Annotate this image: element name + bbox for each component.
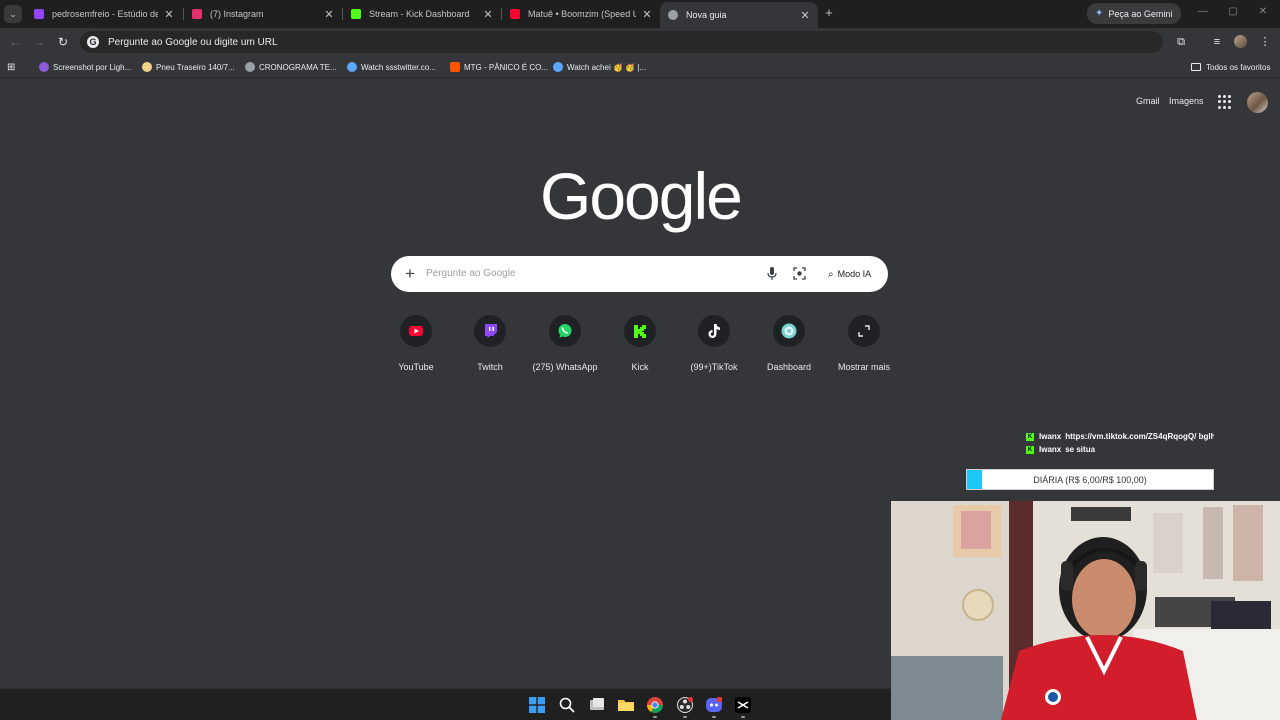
folder-icon — [1191, 63, 1201, 71]
microphone-icon[interactable] — [767, 267, 777, 281]
tab-strip: ⌄ pedrosemfreio - Estúdio de Víde ✕ (7) … — [0, 0, 1280, 28]
shortcut-whatsapp[interactable]: (275) WhatsApp — [527, 314, 603, 372]
close-icon[interactable]: ✕ — [483, 8, 493, 21]
tab-studio[interactable]: pedrosemfreio - Estúdio de Víde ✕ — [26, 2, 182, 26]
tab-instagram[interactable]: (7) Instagram ✕ — [184, 2, 342, 26]
globe-icon — [245, 62, 255, 72]
youtube-icon — [409, 326, 423, 336]
file-explorer-icon[interactable] — [618, 697, 634, 713]
maximize-icon[interactable]: ▢ — [1226, 6, 1240, 17]
bookmark-item[interactable]: Pneu Traseiro 140/7... — [142, 60, 235, 74]
avatar[interactable] — [1247, 92, 1268, 113]
soundcloud-icon — [450, 62, 460, 72]
search-icon[interactable] — [559, 697, 575, 713]
expand-icon — [858, 325, 870, 337]
close-icon[interactable]: ✕ — [164, 8, 174, 21]
discord-icon[interactable] — [706, 697, 722, 713]
twitch-icon — [484, 324, 497, 338]
bookmark-item[interactable]: CRONOGRAMA TE... — [245, 60, 337, 74]
twitch-icon — [34, 9, 44, 19]
youtube-icon — [510, 9, 520, 19]
media-controls-icon[interactable]: ≡ — [1209, 34, 1225, 50]
new-tab-button[interactable]: + — [822, 5, 836, 21]
search-box[interactable]: + Pergunte ao Google ⌕ Modo IA — [391, 256, 888, 292]
gemini-icon: ✦ — [1095, 8, 1104, 19]
extensions-icon[interactable]: ⧉ — [1173, 34, 1189, 50]
shortcut-twitch[interactable]: Twitch — [452, 314, 528, 372]
forward-icon[interactable]: → — [31, 34, 47, 50]
bookmarks-bar: ⊞ Screenshot por Ligh... Pneu Traseiro 1… — [0, 57, 1280, 77]
minimize-icon[interactable]: — — [1196, 6, 1210, 17]
chrome-icon — [668, 10, 678, 20]
windows-taskbar — [0, 688, 891, 720]
tab-new-tab[interactable]: Nova guia ✕ — [660, 2, 818, 28]
kick-icon: K — [1026, 432, 1034, 441]
gmail-link[interactable]: Gmail — [1136, 96, 1160, 106]
goal-label: DIÁRIA (R$ 6,00/R$ 100,00) — [1033, 475, 1147, 485]
bookmark-item[interactable]: Watch ssstwitter.co... — [347, 60, 436, 74]
bookmark-item[interactable]: Watch achei 🥳 🥳 |... — [553, 60, 646, 74]
reload-icon[interactable]: ↻ — [55, 34, 71, 50]
shortcut-youtube[interactable]: YouTube — [378, 314, 454, 372]
ai-mode-button[interactable]: ⌕ Modo IA — [821, 264, 878, 284]
dashboard-icon — [781, 323, 797, 339]
running-indicator — [741, 716, 745, 718]
shortcut-kick[interactable]: Kick — [602, 314, 678, 372]
kick-icon — [634, 324, 646, 338]
whatsapp-icon — [558, 324, 572, 338]
running-indicator — [712, 716, 716, 718]
camera-lens-icon[interactable] — [793, 267, 806, 280]
plus-icon[interactable]: + — [403, 265, 417, 283]
watch-icon — [347, 62, 357, 72]
instagram-icon — [192, 9, 202, 19]
tab-kick-dashboard[interactable]: Stream - Kick Dashboard ✕ — [343, 2, 501, 26]
back-icon[interactable]: ← — [7, 34, 23, 50]
kick-icon: K — [1026, 445, 1034, 454]
watch-icon — [553, 62, 563, 72]
chrome-icon[interactable] — [647, 697, 663, 713]
capcut-icon[interactable] — [735, 697, 751, 713]
close-icon[interactable]: ✕ — [642, 8, 652, 21]
obs-icon[interactable] — [677, 697, 693, 713]
chat-message: K Iwanx https://vm.tiktok.com/ZS4qRqogQ/… — [1026, 432, 1214, 441]
close-icon[interactable]: ✕ — [800, 9, 810, 22]
tab-search-button[interactable]: ⌄ — [4, 5, 22, 23]
google-logo: Google — [540, 159, 743, 233]
running-indicator — [683, 716, 687, 718]
google-g-icon: G — [87, 36, 99, 48]
divider — [0, 77, 1280, 78]
shortcut-dashboard[interactable]: Dashboard — [751, 314, 827, 372]
windows-start-icon[interactable] — [529, 697, 545, 713]
donation-goal-bar: DIÁRIA (R$ 6,00/R$ 100,00) — [966, 469, 1214, 490]
task-view-icon[interactable] — [589, 697, 605, 713]
profile-icon[interactable] — [1233, 34, 1249, 50]
ai-search-icon: ⌕ — [828, 268, 834, 280]
menu-icon[interactable]: ⋮ — [1257, 34, 1273, 50]
google-apps-icon[interactable] — [1218, 95, 1232, 109]
gemini-button[interactable]: ✦ Peça ao Gemini — [1087, 3, 1182, 24]
tab-youtube-music[interactable]: Matuê • Boomzim (Speed UP) ( ✕ — [502, 2, 660, 26]
apps-shortcut-icon[interactable]: ⊞ — [7, 60, 15, 74]
tire-shop-icon — [142, 62, 152, 72]
lightshot-icon — [39, 62, 49, 72]
running-indicator — [653, 716, 657, 718]
address-bar[interactable]: G Pergunte ao Google ou digite um URL — [80, 31, 1163, 53]
bookmark-item[interactable]: MTG - PÂNICO É CO... — [450, 60, 548, 74]
shortcut-tiktok[interactable]: (99+)TikTok — [676, 314, 752, 372]
search-input[interactable]: Pergunte ao Google — [426, 268, 516, 279]
kick-icon — [351, 9, 361, 19]
close-window-icon[interactable]: ✕ — [1256, 6, 1270, 17]
images-link[interactable]: Imagens — [1169, 96, 1204, 106]
webcam-feed — [891, 501, 1280, 720]
all-bookmarks-button[interactable]: Todos os favoritos — [1191, 60, 1270, 74]
bookmark-item[interactable]: Screenshot por Ligh... — [39, 60, 131, 74]
tiktok-icon — [708, 324, 720, 338]
chat-message: K Iwanx se situa — [1026, 445, 1096, 454]
shortcut-show-more[interactable]: Mostrar mais — [826, 314, 902, 372]
close-icon[interactable]: ✕ — [324, 8, 334, 21]
